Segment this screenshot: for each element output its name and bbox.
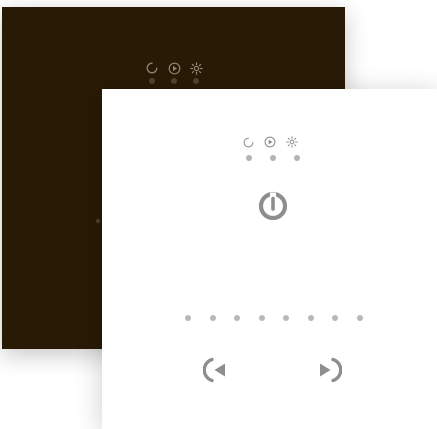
dark-panel-dot: [96, 219, 100, 223]
brightness-icon[interactable]: [285, 135, 299, 149]
page-dot[interactable]: [185, 315, 191, 321]
mode-dots-light: [246, 155, 300, 161]
page-indicator: [185, 315, 363, 321]
play-icon[interactable]: [263, 135, 277, 149]
mode-dot: [171, 78, 177, 84]
next-arrow-icon: [316, 356, 342, 384]
page-dot[interactable]: [356, 315, 363, 321]
spinner-icon[interactable]: [145, 61, 159, 75]
play-icon[interactable]: [167, 61, 181, 75]
brightness-icon[interactable]: [189, 61, 203, 75]
stage: [0, 0, 437, 429]
mode-dots-dark: [149, 78, 199, 84]
mode-dot: [270, 155, 276, 161]
power-icon: [258, 191, 288, 221]
mode-icons-light: [241, 135, 299, 149]
prev-arrow-icon: [203, 356, 229, 384]
next-button[interactable]: [315, 355, 343, 385]
light-theme-panel: [102, 89, 437, 429]
page-dot[interactable]: [307, 315, 314, 321]
mode-dot: [246, 155, 252, 161]
mode-dot: [193, 78, 199, 84]
mode-dot: [149, 78, 155, 84]
page-dot[interactable]: [332, 315, 338, 321]
mode-icons-dark: [145, 61, 203, 75]
power-button[interactable]: [257, 190, 289, 222]
spinner-icon[interactable]: [241, 135, 255, 149]
page-dot[interactable]: [258, 315, 265, 321]
mode-dot: [294, 155, 300, 161]
prev-button[interactable]: [202, 355, 230, 385]
page-dot[interactable]: [234, 315, 240, 321]
page-dot[interactable]: [209, 315, 216, 321]
page-dot[interactable]: [283, 315, 289, 321]
